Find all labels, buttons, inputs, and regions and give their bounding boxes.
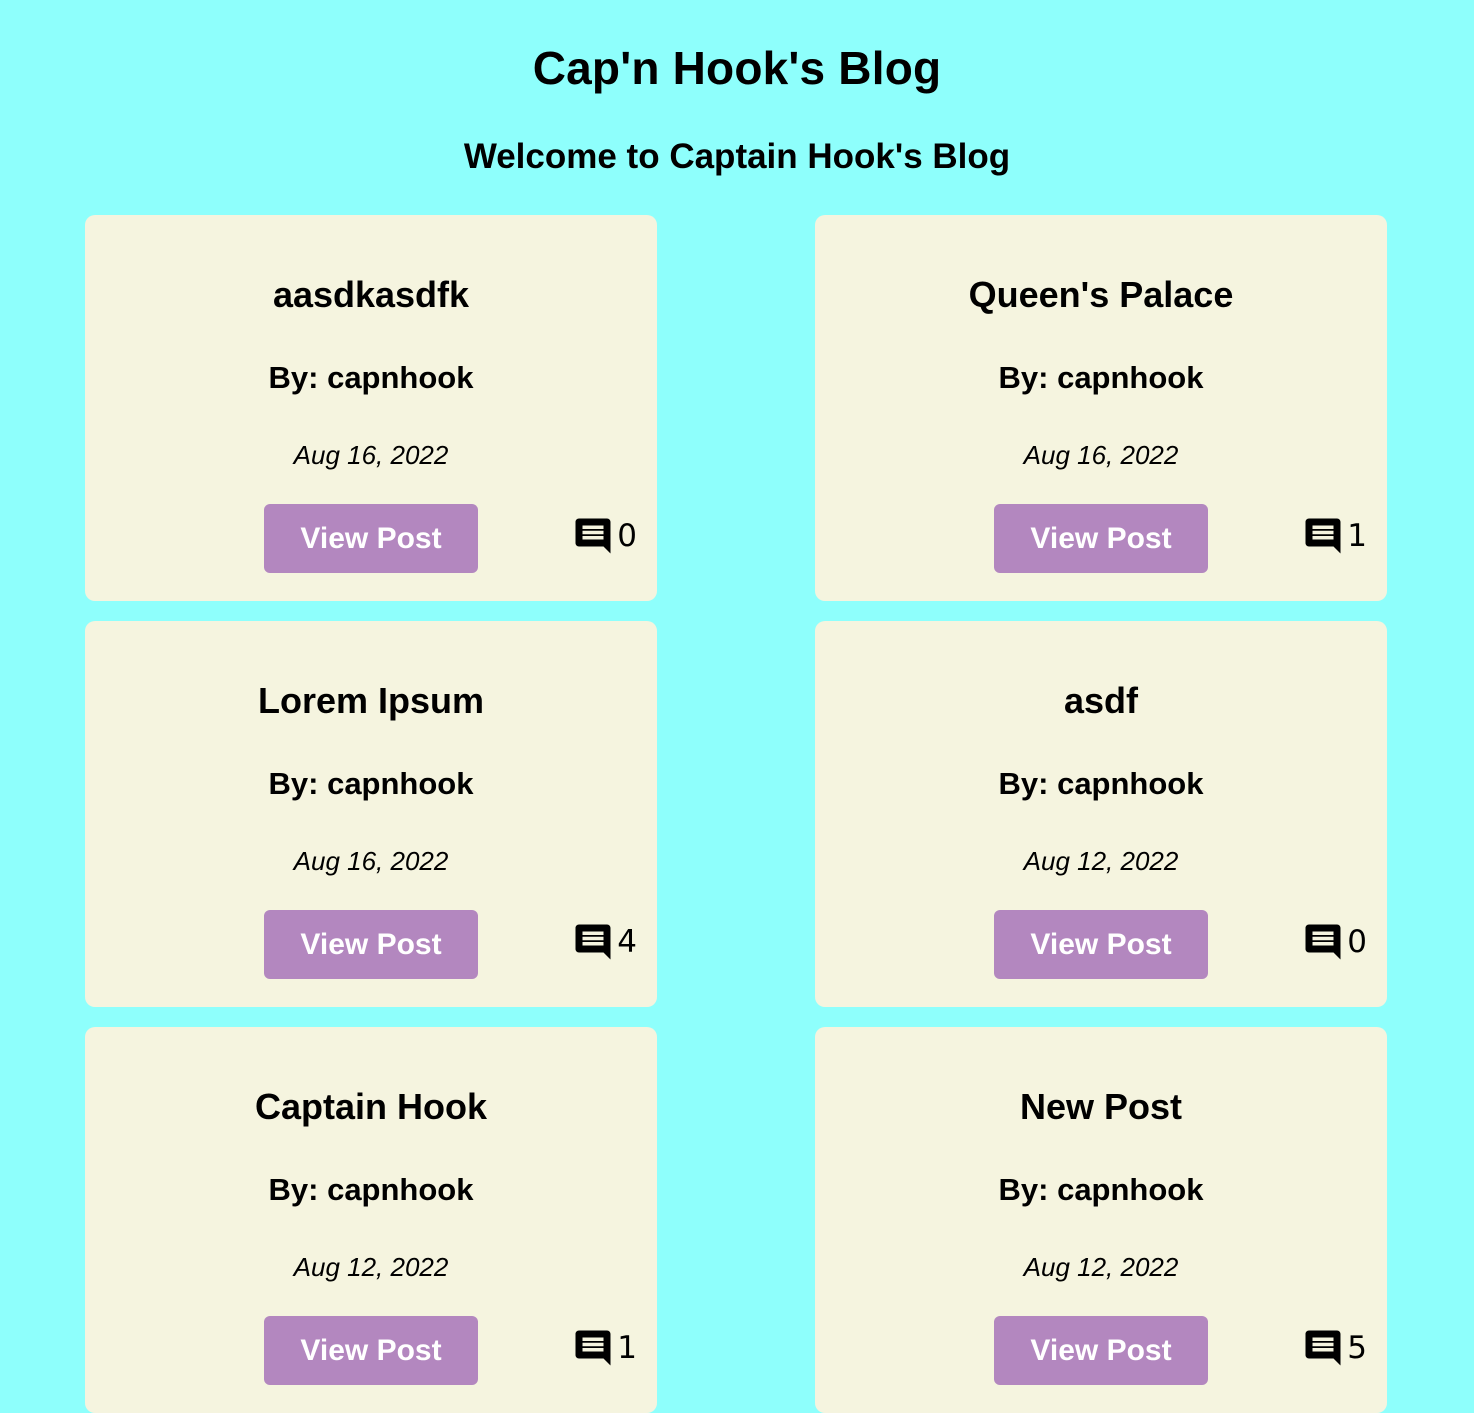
comment-count-indicator: 0: [572, 515, 637, 557]
post-title: New Post: [1019, 1086, 1183, 1127]
post-date: Aug 12, 2022: [1023, 846, 1179, 876]
post-date: Aug 16, 2022: [293, 846, 449, 876]
comment-count: 5: [1347, 1330, 1367, 1366]
comment-icon: [1305, 518, 1341, 554]
view-post-button[interactable]: View Post: [994, 1316, 1208, 1385]
post-title: aasdkasdfk: [272, 274, 470, 315]
post-title: asdf: [1063, 680, 1139, 721]
comment-count: 4: [617, 924, 637, 960]
post-card: Queen's Palace By: capnhook Aug 16, 2022…: [815, 215, 1387, 601]
view-post-button[interactable]: View Post: [994, 910, 1208, 979]
comment-icon: [1305, 924, 1341, 960]
view-post-button[interactable]: View Post: [264, 504, 478, 573]
comment-count: 0: [1347, 924, 1367, 960]
post-card: Lorem Ipsum By: capnhook Aug 16, 2022 Vi…: [85, 621, 657, 1007]
post-card: aasdkasdfk By: capnhook Aug 16, 2022 Vie…: [85, 215, 657, 601]
comment-icon: [575, 1330, 611, 1366]
post-author: By: capnhook: [998, 1172, 1204, 1207]
view-post-button[interactable]: View Post: [264, 1316, 478, 1385]
post-author: By: capnhook: [998, 766, 1204, 801]
comment-count-indicator: 1: [572, 1327, 637, 1369]
view-post-button[interactable]: View Post: [994, 504, 1208, 573]
comment-count-indicator: 4: [572, 921, 637, 963]
comment-count-indicator: 0: [1302, 921, 1367, 963]
comment-count-indicator: 5: [1302, 1327, 1367, 1369]
post-date: Aug 12, 2022: [293, 1252, 449, 1282]
comment-count: 1: [1347, 518, 1367, 554]
site-subtitle: Welcome to Captain Hook's Blog: [463, 137, 1011, 176]
post-author: By: capnhook: [998, 360, 1204, 395]
post-card: asdf By: capnhook Aug 12, 2022 View Post…: [815, 621, 1387, 1007]
post-card: Captain Hook By: capnhook Aug 12, 2022 V…: [85, 1027, 657, 1413]
view-post-button[interactable]: View Post: [264, 910, 478, 979]
post-author: By: capnhook: [268, 766, 474, 801]
post-title: Lorem Ipsum: [257, 680, 485, 721]
post-title: Captain Hook: [254, 1086, 487, 1127]
comment-icon: [575, 518, 611, 554]
post-date: Aug 16, 2022: [293, 440, 449, 470]
comment-count: 0: [617, 518, 637, 554]
comment-count-indicator: 1: [1302, 515, 1367, 557]
post-date: Aug 12, 2022: [1023, 1252, 1179, 1282]
comment-count: 1: [617, 1330, 637, 1366]
comment-icon: [575, 924, 611, 960]
post-author: By: capnhook: [268, 360, 474, 395]
post-date: Aug 16, 2022: [1023, 440, 1179, 470]
comment-icon: [1305, 1330, 1341, 1366]
post-author: By: capnhook: [268, 1172, 474, 1207]
post-card: New Post By: capnhook Aug 12, 2022 View …: [815, 1027, 1387, 1413]
site-title: Cap'n Hook's Blog: [532, 42, 942, 94]
post-grid: aasdkasdfk By: capnhook Aug 16, 2022 Vie…: [85, 215, 1387, 1413]
post-title: Queen's Palace: [968, 274, 1234, 315]
